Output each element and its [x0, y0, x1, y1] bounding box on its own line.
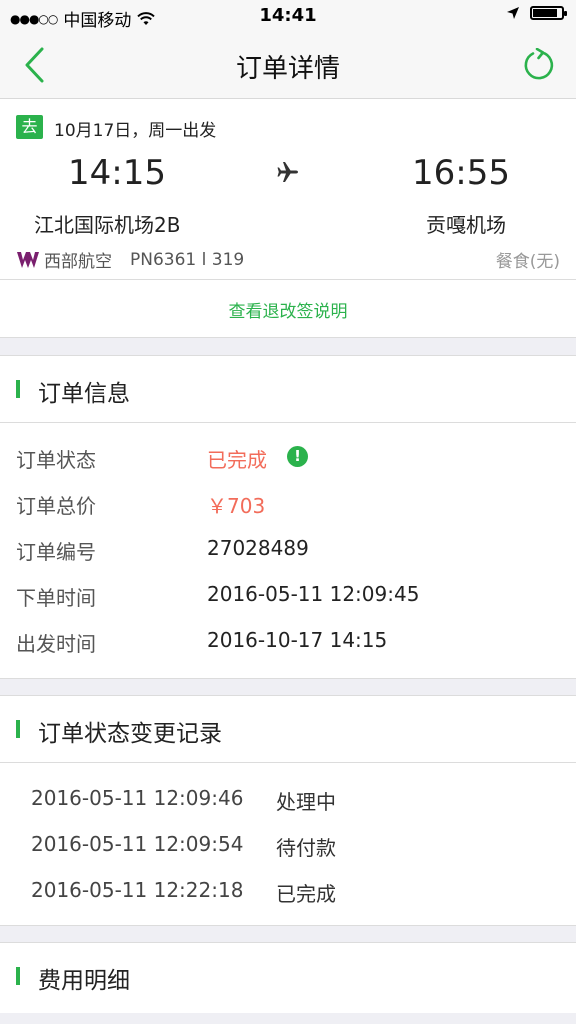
departure-time: 14:15 — [68, 153, 166, 193]
departure-date: 10月17日，周一出发 — [54, 121, 217, 141]
refresh-icon[interactable] — [522, 48, 556, 82]
departure-time-row: 出发时间 2016-10-17 14:15 — [0, 628, 576, 668]
info-label: 订单总价 — [16, 494, 96, 518]
section-title: 订单状态变更记录 — [38, 721, 222, 747]
status-bar: ●●●○○ 中国移动 14:41 — [0, 0, 576, 32]
location-arrow-icon — [507, 7, 519, 19]
direction-badge: 去 — [16, 115, 43, 139]
info-label: 订单状态 — [16, 448, 96, 472]
airline-logo-icon — [17, 251, 39, 268]
log-status: 处理中 — [276, 790, 336, 814]
section-header: 订单状态变更记录 — [0, 696, 576, 763]
info-label: 出发时间 — [16, 632, 96, 656]
refund-policy-link[interactable]: 查看退改签说明 — [0, 297, 576, 322]
meal-info: 餐食(无) — [495, 252, 560, 272]
order-price-row: 订单总价 ￥703 — [0, 490, 576, 530]
navigation-bar: 订单详情 — [0, 32, 576, 99]
section-accent-bar — [16, 720, 20, 738]
order-status-value: 已完成 — [207, 448, 267, 472]
status-alert-icon[interactable]: ! — [287, 446, 308, 467]
battery-level — [533, 9, 557, 17]
departure-airport: 江北国际机场2B — [34, 213, 181, 237]
log-time: 2016-05-11 12:22:18 — [31, 878, 244, 902]
fee-details-section[interactable]: 费用明细 — [0, 942, 576, 1013]
airline-info: 西部航空 PN6361 l 319 — [16, 247, 244, 272]
page-title: 订单详情 — [235, 54, 340, 84]
log-status: 已完成 — [276, 882, 336, 906]
order-time-row: 下单时间 2016-05-11 12:09:45 — [0, 582, 576, 622]
order-info-section: 订单信息 订单状态 已完成 ! 订单总价 ￥703 订单编号 27028489 … — [0, 355, 576, 679]
order-status-row: 订单状态 已完成 ! — [0, 444, 576, 484]
flight-number: PN6361 l 319 — [130, 249, 245, 270]
log-time: 2016-05-11 12:09:46 — [31, 786, 244, 810]
order-time-value: 2016-05-11 12:09:45 — [207, 582, 420, 606]
flight-card: 去 10月17日，周一出发 14:15 16:55 江北国际机场2B 贡嘎机场 … — [0, 99, 576, 338]
log-status: 待付款 — [276, 836, 336, 860]
order-number-row: 订单编号 27028489 — [0, 536, 576, 576]
section-header: 费用明细 — [0, 943, 576, 1009]
order-price-value: ￥703 — [207, 494, 266, 518]
section-title: 费用明细 — [38, 968, 130, 994]
divider — [0, 279, 576, 280]
arrival-airport: 贡嘎机场 — [426, 213, 506, 237]
section-accent-bar — [16, 967, 20, 985]
order-number-value: 27028489 — [207, 536, 309, 560]
info-label: 下单时间 — [16, 586, 96, 610]
section-accent-bar — [16, 380, 20, 398]
airplane-icon — [277, 162, 298, 182]
arrival-time: 16:55 — [412, 153, 510, 193]
section-header: 订单信息 — [0, 356, 576, 423]
status-log-section: 订单状态变更记录 2016-05-11 12:09:46 处理中 2016-05… — [0, 695, 576, 926]
info-label: 订单编号 — [16, 540, 96, 564]
departure-datetime-value: 2016-10-17 14:15 — [207, 628, 388, 652]
log-time: 2016-05-11 12:09:54 — [31, 832, 244, 856]
status-time: 14:41 — [259, 5, 317, 26]
battery-icon — [530, 6, 567, 20]
section-title: 订单信息 — [38, 381, 130, 407]
airline-name: 西部航空 — [44, 252, 112, 272]
